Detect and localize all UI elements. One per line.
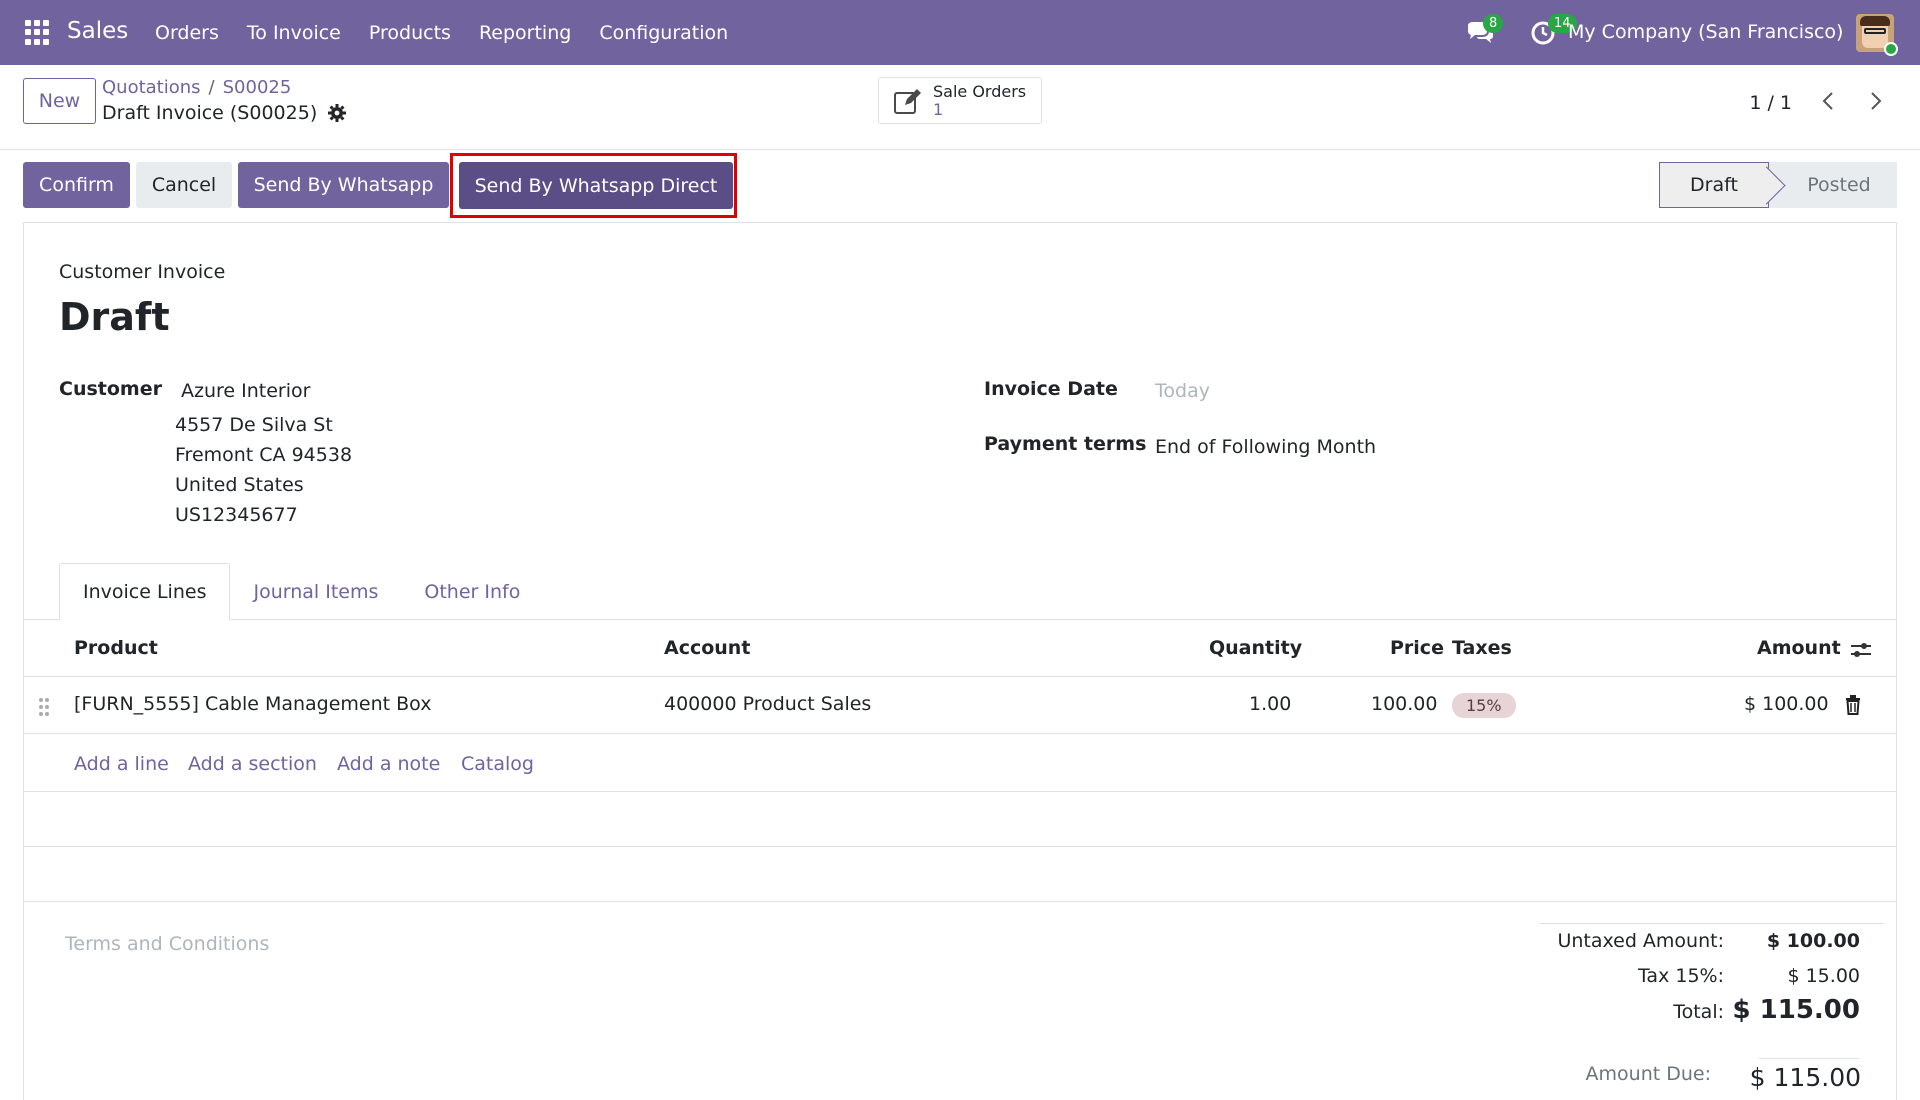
customer-field[interactable]: Azure Interior [181, 380, 310, 402]
app-brand[interactable]: Sales [67, 18, 128, 44]
activity-clock-icon[interactable]: 14 [1530, 14, 1577, 48]
column-header-account[interactable]: Account [664, 637, 750, 659]
chat-badge: 8 [1483, 14, 1504, 33]
status-draft[interactable]: Draft [1659, 162, 1769, 208]
add-line-link[interactable]: Add a line [74, 753, 169, 775]
address-line: United States [175, 474, 304, 496]
menu-configuration[interactable]: Configuration [599, 22, 728, 44]
tab-invoice-lines[interactable]: Invoice Lines [59, 563, 231, 620]
record-title: Draft Invoice (S00025) [102, 102, 318, 124]
menu-reporting[interactable]: Reporting [479, 22, 571, 44]
column-header-quantity[interactable]: Quantity [1209, 637, 1302, 659]
company-switcher[interactable]: My Company (San Francisco) [1568, 21, 1843, 43]
tax-badge[interactable]: 15% [1452, 693, 1516, 718]
terms-and-conditions-field[interactable]: Terms and Conditions [65, 933, 269, 955]
column-header-taxes[interactable]: Taxes [1452, 637, 1512, 659]
breadcrumb-order[interactable]: S00025 [223, 77, 292, 98]
send-by-whatsapp-direct-button[interactable]: Send By Whatsapp Direct [459, 162, 733, 209]
totals-divider [1539, 923, 1884, 924]
column-header-price[interactable]: Price [1390, 637, 1444, 659]
top-navbar: Sales Orders To Invoice Products Reporti… [0, 0, 1920, 65]
total-value: $ 115.00 [1732, 995, 1860, 1025]
send-by-whatsapp-button[interactable]: Send By Whatsapp [238, 162, 449, 208]
breadcrumb: Quotations / S00025 [102, 77, 291, 98]
payment-terms-field[interactable]: End of Following Month [1155, 436, 1376, 458]
cell-price[interactable]: 100.00 [1371, 693, 1437, 715]
add-note-link[interactable]: Add a note [337, 753, 440, 775]
pager-value[interactable]: 1 / 1 [1749, 92, 1792, 114]
table-divider [24, 676, 1896, 677]
address-line: Fremont CA 94538 [175, 444, 353, 466]
tax-value: $ 15.00 [1787, 965, 1860, 987]
trash-icon[interactable] [1844, 695, 1862, 715]
amount-due-label: Amount Due: [1585, 1063, 1711, 1085]
column-settings-icon[interactable] [1850, 640, 1872, 660]
action-bar: Confirm Cancel Send By Whatsapp Send By … [0, 150, 1920, 222]
breadcrumb-separator: / [208, 77, 215, 98]
form-sheet: Customer Invoice Draft Customer Azure In… [23, 222, 1897, 1100]
document-type: Customer Invoice [59, 261, 226, 283]
sale-orders-smart-button[interactable]: Sale Orders 1 [878, 77, 1042, 124]
cell-quantity[interactable]: 1.00 [1249, 693, 1291, 715]
tab-journal-items[interactable]: Journal Items [230, 563, 401, 620]
edit-icon [894, 88, 921, 114]
cancel-button[interactable]: Cancel [136, 162, 232, 208]
tab-other-info[interactable]: Other Info [401, 563, 543, 620]
column-header-product[interactable]: Product [74, 637, 158, 659]
chevron-right-icon[interactable] [1864, 90, 1886, 112]
table-divider [24, 846, 1896, 847]
online-status-icon [1884, 42, 1898, 56]
table-divider [24, 901, 1896, 902]
chevron-left-icon[interactable] [1818, 90, 1840, 112]
chat-icon[interactable]: 8 [1465, 14, 1504, 48]
record-title-row: Draft Invoice (S00025) [102, 102, 347, 124]
cell-amount: $ 100.00 [1744, 693, 1829, 715]
add-section-link[interactable]: Add a section [188, 753, 317, 775]
status-bar: Draft Posted [1659, 162, 1897, 208]
tax-label: Tax 15%: [1637, 965, 1724, 987]
customer-label: Customer [59, 378, 162, 400]
confirm-button[interactable]: Confirm [23, 162, 130, 208]
menu-products[interactable]: Products [369, 22, 451, 44]
status-posted[interactable]: Posted [1769, 162, 1897, 208]
amount-due-value: $ 115.00 [1749, 1063, 1861, 1092]
smart-button-label: Sale Orders [933, 81, 1027, 101]
gear-icon[interactable] [327, 103, 347, 123]
untaxed-amount-label: Untaxed Amount: [1557, 930, 1724, 952]
user-avatar[interactable] [1856, 14, 1898, 56]
menu-orders[interactable]: Orders [155, 22, 219, 44]
drag-handle-icon[interactable] [38, 697, 50, 717]
table-divider [24, 733, 1896, 734]
notebook-tabs: Invoice Lines Journal Items Other Info [59, 563, 543, 620]
highlight-box: Send By Whatsapp Direct [450, 153, 737, 218]
cell-account[interactable]: 400000 Product Sales [664, 693, 871, 715]
payment-terms-label: Payment terms [984, 433, 1147, 455]
new-button[interactable]: New [23, 78, 96, 124]
apps-icon[interactable] [25, 20, 50, 45]
main-menu: Orders To Invoice Products Reporting Con… [155, 22, 756, 44]
untaxed-amount-value: $ 100.00 [1766, 930, 1860, 952]
breadcrumb-quotations[interactable]: Quotations [102, 77, 201, 98]
cell-product[interactable]: [FURN_5555] Cable Management Box [74, 693, 431, 715]
column-header-amount[interactable]: Amount [1757, 637, 1841, 659]
control-panel: New Quotations / S00025 Draft Invoice (S00… [0, 65, 1920, 150]
invoice-date-field[interactable]: Today [1155, 380, 1210, 402]
catalog-link[interactable]: Catalog [461, 753, 534, 775]
total-label: Total: [1673, 1001, 1724, 1023]
amount-due-divider [1759, 1058, 1859, 1059]
address-line: 4557 De Silva St [175, 414, 333, 436]
invoice-date-label: Invoice Date [984, 378, 1118, 400]
menu-to-invoice[interactable]: To Invoice [247, 22, 341, 44]
document-title: Draft [59, 295, 170, 339]
table-divider [24, 791, 1896, 792]
smart-button-value: 1 [933, 99, 944, 119]
address-line: US12345677 [175, 504, 298, 526]
